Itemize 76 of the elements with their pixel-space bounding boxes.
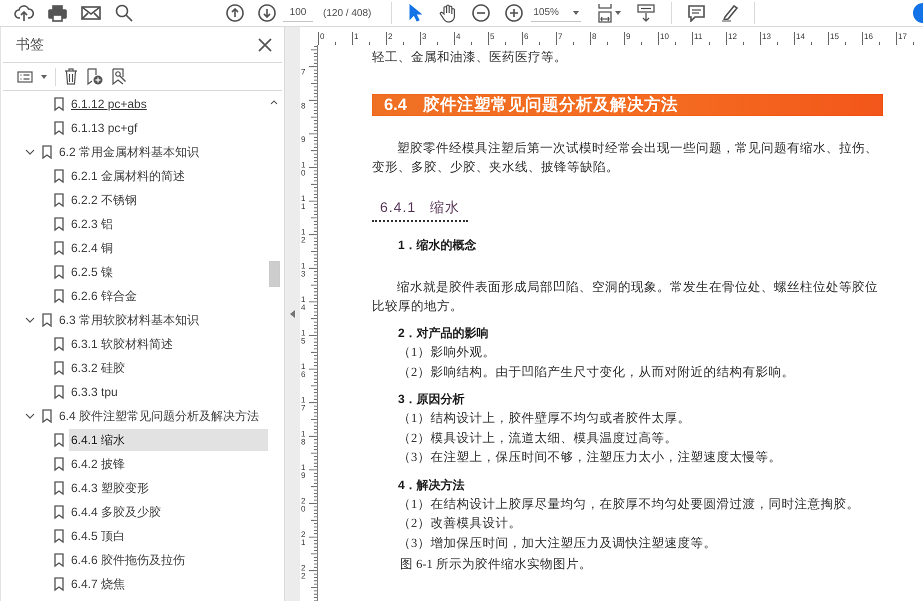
list-item: （2）影响结构。由于凹陷产生尺寸变化，从而对附近的结构有影响。 [398,364,796,380]
bookmark-item[interactable]: 6.1.12 pc+abs [69,93,149,115]
ruler-number: 14 [301,294,306,312]
bookmark-item[interactable]: 6.4.1 缩水 [69,429,268,451]
bookmark-item[interactable]: 6.2.3 铝 [69,213,116,235]
figure-caption: 图 6-1 所示为胶件缩水实物图片。 [400,556,593,573]
ruler-number: 14 [796,32,805,41]
bookmark-item[interactable]: 6.4.3 塑胶变形 [69,477,152,499]
list-item: （3）在注塑上，保压时间不够，注塑压力太小，注塑速度太慢等。 [398,449,782,466]
ruler-number: 0 [320,32,324,41]
ruler-number: 11 [694,32,702,41]
bookmark-item[interactable]: 6.2.2 不锈钢 [69,189,140,211]
list-item: （2）模具设计上，流道太细、模具温度过高等。 [398,430,678,446]
ruler-number: 22 [301,564,306,581]
bookmark-item[interactable]: 6.2.5 镍 [69,261,116,283]
ruler-number: 20 [301,496,306,514]
ruler-number: 17 [301,396,306,413]
ruler-number: 9 [301,134,306,144]
bookmark-item[interactable]: 6.2.6 锌合金 [69,285,140,307]
bookmark-item[interactable]: 6.4.4 多胶及少胶 [69,501,164,523]
body-text: 轻工、金属和油漆、医药医疗等。 [372,49,568,66]
zoom-dropdown[interactable]: 105% [531,4,582,22]
ruler-number: 8 [301,101,306,110]
ruler-number: 7 [558,32,562,41]
ruler-number: 4 [456,32,460,41]
list-item: （1）在结构设计上胶厚尽量均匀，在胶厚不均匀处要圆滑过渡，同时注意掏胶。 [398,496,860,512]
ruler-number: 13 [762,32,771,41]
ruler-number: 16 [301,362,306,380]
bookmark-item[interactable]: 6.2.4 铜 [69,237,116,259]
paragraph: 塑胶零件经模具注塑后第一次试模时经常会出现一些问题，常见问题有缩水、拉伤、变形、多胶、少胶、夹水线、披锋等缺陷。 [372,140,879,176]
subsection-heading: 6.4.1 缩水 [372,197,468,222]
numbered-heading: 4．解决方法 [398,476,466,494]
ruler-number: 15 [830,32,839,41]
bookmark-item[interactable]: 6.4.2 披锋 [69,453,128,475]
ruler-number: 5 [490,32,494,41]
bookmark-item[interactable]: 6.3 常用软胶材料基本知识 [57,309,202,331]
ruler-number: 10 [301,160,306,178]
bookmark-item[interactable]: 6.3.3 tpu [69,381,120,403]
numbered-heading: 3．原因分析 [398,391,466,408]
ruler-number: 9 [626,32,630,41]
ruler-number: 15 [301,328,306,346]
ruler-number: 7 [301,68,306,77]
ruler-number: 3 [422,32,426,41]
bookmark-item[interactable]: 6.4.6 胶件拖伤及拉伤 [69,549,188,571]
bookmark-item[interactable]: 6.3.1 软胶材料简述 [69,333,176,355]
list-item: （3）增加保压时间，加大注塑压力及调快注塑速度等。 [398,534,718,552]
ruler-number: 6 [524,32,528,41]
bookmark-item[interactable]: 6.4.7 烧焦 [69,573,128,595]
bookmark-item[interactable]: 6.3.2 硅胶 [69,357,128,379]
ruler-number: 12 [728,32,737,41]
ruler-number: 12 [301,228,306,245]
bookmark-item[interactable]: 6.2.1 金属材料的简述 [69,165,188,187]
ruler-number: 8 [592,32,596,41]
ruler-number: 21 [301,530,306,548]
ruler-number: 13 [301,261,306,278]
ruler-number: 10 [660,32,669,41]
panel-title: 书签 [16,35,44,54]
bookmark-item[interactable]: 6.2 常用金属材料基本知识 [57,141,202,163]
ruler-number: 11 [301,194,306,212]
ruler-number: 17 [898,32,907,41]
numbered-heading: 1．缩水的概念 [398,237,478,254]
ruler-number: 19 [301,462,306,480]
list-item: （1）影响外观。 [398,344,496,361]
section-banner: 6.4 胶件注塑常见问题分析及解决方法 [372,94,883,116]
page-count: (120 / 408) [323,6,372,20]
list-item: （2）改善模具设计。 [398,515,522,532]
ruler-number: 16 [864,32,873,41]
list-item: （1）结构设计上，胶件壁厚不均匀或者胶件太厚。 [398,410,692,427]
ruler-number: 18 [301,429,306,446]
numbered-heading: 2．对产品的影响 [398,325,490,342]
ruler-number: 1 [354,32,358,41]
ruler-number: 2 [388,32,392,41]
bookmark-item[interactable]: 6.4.5 顶白 [69,525,128,547]
bookmark-item[interactable]: 6.4 胶件注塑常见问题分析及解决方法 [57,405,262,427]
bookmark-item[interactable]: 6.1.13 pc+gf [69,117,140,139]
paragraph: 缩水就是胶件表面形成局部凹陷、空洞的现象。常发生在骨位处、螺丝柱位处等胶位比较厚的地方。 [372,279,879,315]
